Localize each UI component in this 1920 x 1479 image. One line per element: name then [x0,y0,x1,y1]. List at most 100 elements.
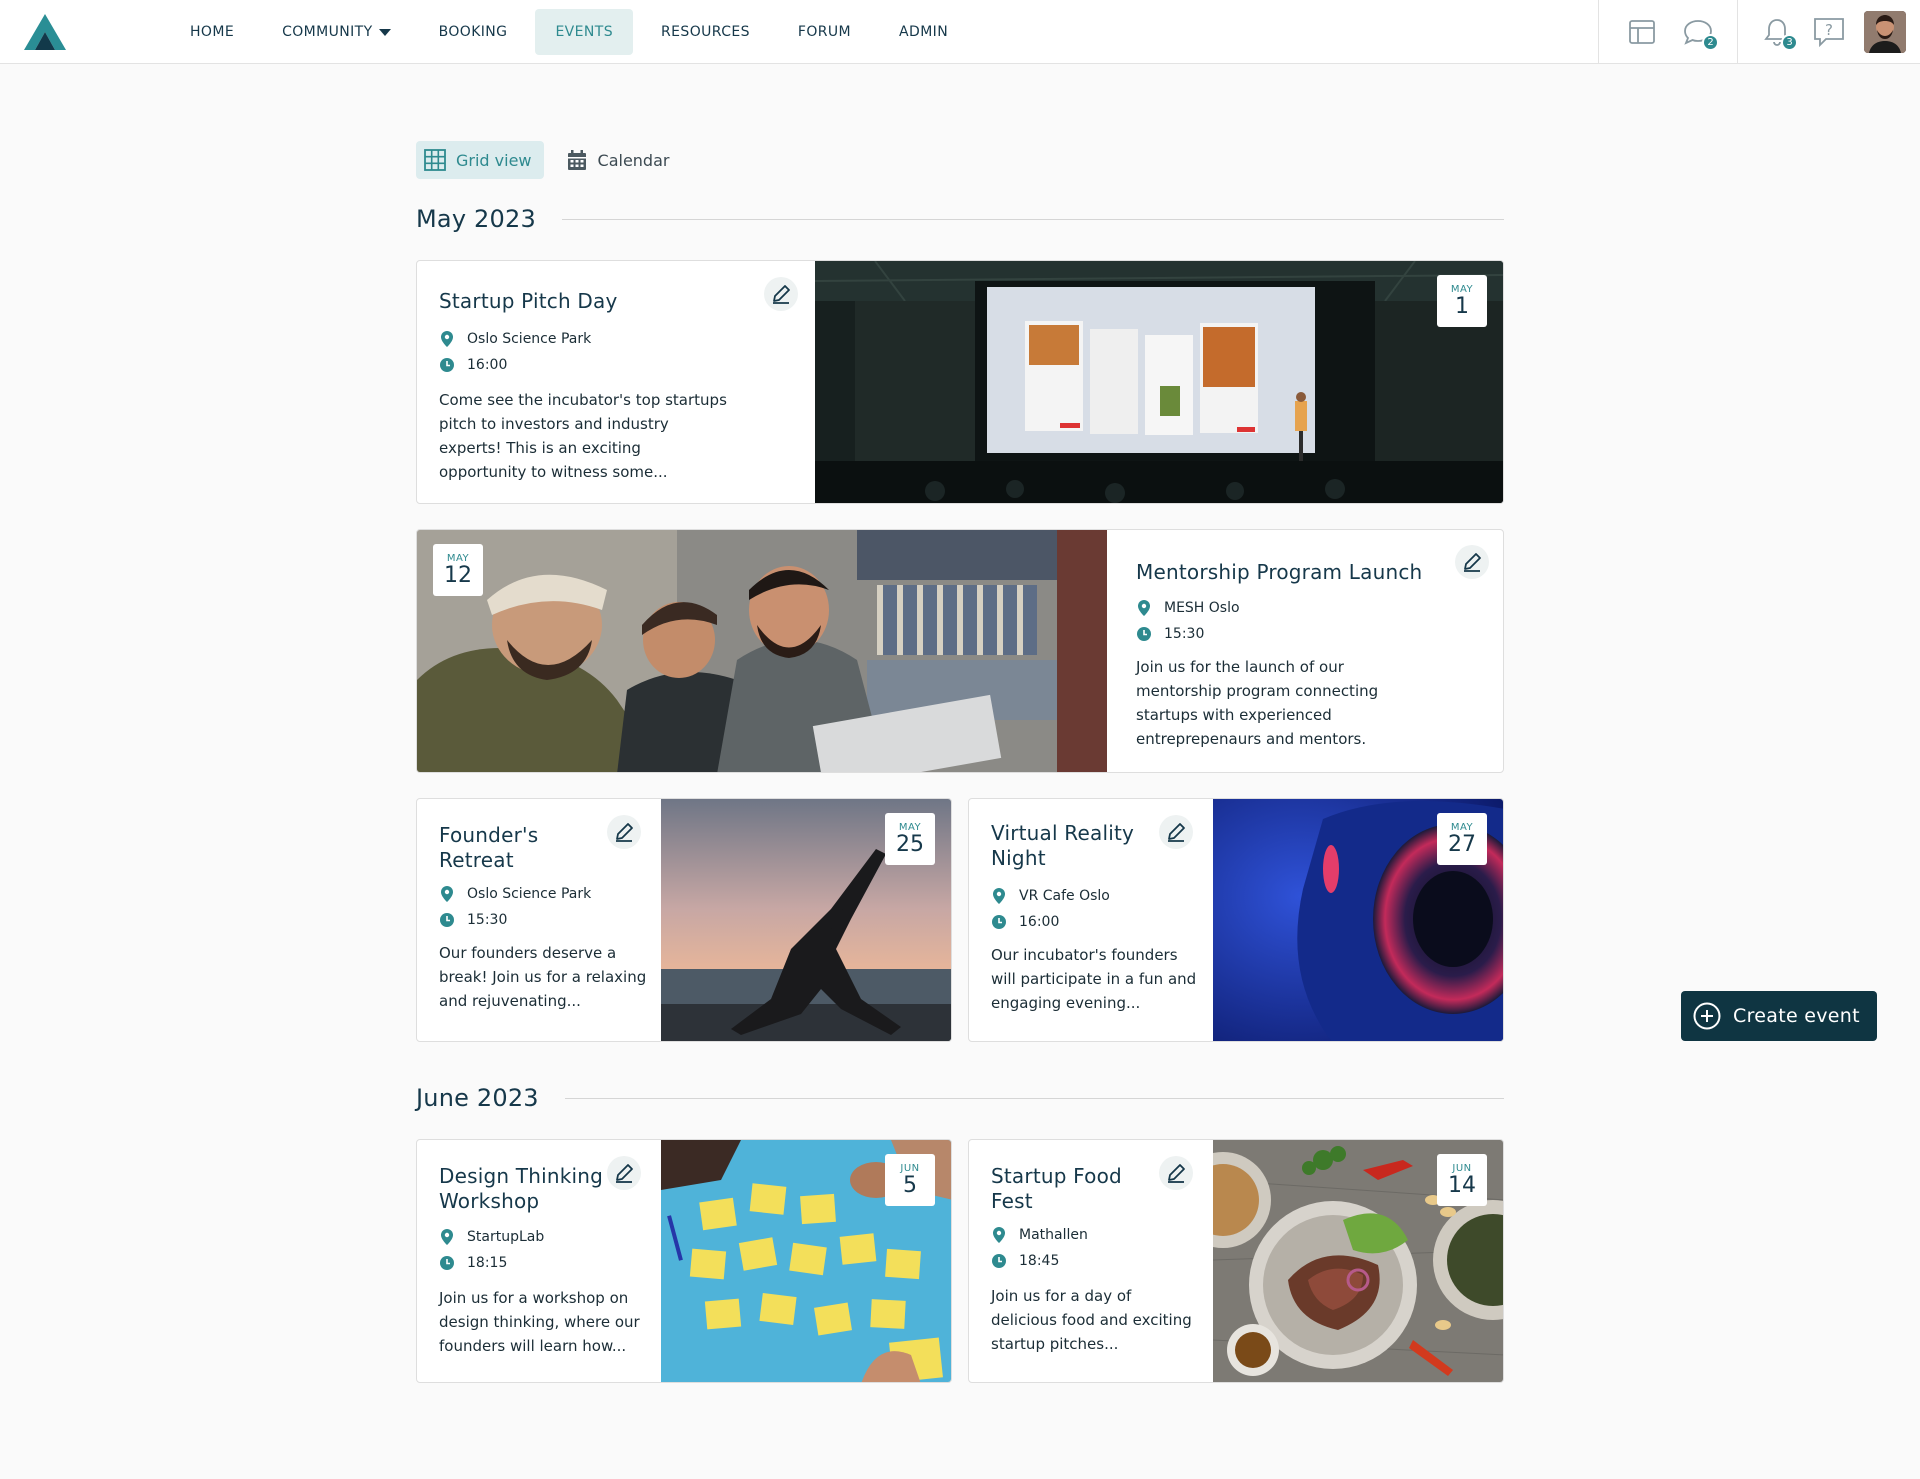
event-date-day: 27 [1448,831,1476,857]
month-divider [564,1097,1504,1099]
event-time: 15:30 [1136,621,1476,647]
event-description: Join us for a workshop on design thinkin… [439,1289,640,1355]
nav-events-label: EVENTS [555,24,614,40]
nav-admin-label: ADMIN [899,24,949,40]
event-location-text: Oslo Science Park [467,331,592,347]
event-description: Come see the incubator's top startups pi… [439,391,727,481]
nav-resources[interactable]: RESOURCES [641,9,770,55]
grid-view-button[interactable]: Grid view [416,141,544,179]
event-time-text: 15:30 [467,912,508,928]
pencil-icon [1168,1164,1185,1183]
nav-community-label: COMMUNITY [282,24,373,40]
edit-event-button[interactable] [764,277,798,311]
event-time-text: 18:15 [467,1255,508,1271]
nav-community[interactable]: COMMUNITY [262,9,411,55]
create-event-button[interactable]: Create event [1681,991,1877,1041]
month-title: May 2023 [416,205,536,233]
event-image-vr: MAY 27 [1213,799,1503,1041]
event-title: Virtual Reality Night [991,821,1135,870]
nav-booking-label: BOOKING [438,24,508,40]
pencil-icon [1168,823,1185,842]
nav-admin[interactable]: ADMIN [879,9,968,55]
event-title: Startup Food Fest [991,1164,1122,1213]
event-location: Oslo Science Park [439,881,639,907]
nav-resources-label: RESOURCES [661,24,750,40]
layout-icon[interactable] [1625,15,1659,49]
pencil-icon [773,285,790,304]
event-time-text: 16:00 [467,357,508,373]
nav-home[interactable]: HOME [170,9,254,55]
month-header: May 2023 [416,205,1504,233]
event-card[interactable]: Startup Food Fest Mathallen 18:45 Join u… [968,1139,1504,1383]
event-title: Design Thinking Workshop [439,1164,604,1213]
edit-event-button[interactable] [607,815,641,849]
clock-icon [1137,627,1151,641]
pencil-icon [1464,553,1481,572]
view-switch: Grid view Calendar [416,141,681,179]
event-time: 16:00 [439,352,793,378]
event-date-month: MAY [898,821,922,833]
nav-forum-label: FORUM [797,24,852,40]
location-pin-icon [441,886,453,902]
event-info: Mentorship Program Launch MESH Oslo 15:3… [1107,530,1503,772]
event-date-day: 25 [896,831,924,857]
caret-down-icon [378,28,391,36]
event-image-workshop: JUN 5 [661,1140,951,1382]
create-event-label: Create event [1733,1005,1860,1027]
top-navbar: HOME COMMUNITY BOOKING EVENTS RESOURCES … [0,0,1920,64]
month-header: June 2023 [416,1084,1504,1112]
chat-icon[interactable]: 2 [1681,15,1719,51]
event-location: VR Cafe Oslo [991,883,1191,909]
svg-text:?: ? [1825,21,1833,39]
help-icon[interactable]: ? [1812,15,1846,49]
location-pin-icon [993,1227,1005,1243]
event-card[interactable]: Founder's Retreat Oslo Science Park 15:3… [416,798,952,1042]
calendar-icon [567,150,586,170]
nav-booking[interactable]: BOOKING [419,9,528,55]
edit-event-button[interactable] [607,1156,641,1190]
event-card[interactable]: MAY 12 Mentorship Program Launch MESH Os… [416,529,1504,773]
calendar-view-button[interactable]: Calendar [558,141,682,179]
pencil-icon [616,823,633,842]
event-card[interactable]: Design Thinking Workshop StartupLab 18:1… [416,1139,952,1383]
event-date-badge: MAY 27 [1437,813,1487,865]
brand-logo[interactable] [24,14,66,50]
location-pin-icon [441,331,453,347]
event-date-day: 12 [444,562,472,588]
event-image-retreat: MAY 25 [661,799,951,1041]
event-location: Oslo Science Park [439,326,793,352]
bell-icon[interactable]: 3 [1760,15,1798,51]
event-date-day: 14 [1448,1172,1476,1198]
nav-events[interactable]: EVENTS [535,9,634,55]
location-pin-icon [441,1229,453,1245]
event-location-text: VR Cafe Oslo [1019,888,1110,904]
event-card[interactable]: Startup Pitch Day Oslo Science Park 16:0… [416,260,1504,504]
nav-forum[interactable]: FORUM [778,9,871,55]
event-title: Startup Pitch Day [439,289,618,313]
event-date-month: MAY [1450,821,1474,833]
event-date-month: JUN [900,1162,920,1174]
grid-icon [424,149,446,171]
top-tools-group: 2 [1598,0,1737,64]
edit-event-button[interactable] [1159,815,1193,849]
event-date-badge: MAY 25 [885,813,935,865]
event-time: 16:00 [991,909,1191,935]
event-card[interactable]: Virtual Reality Night VR Cafe Oslo 16:00… [968,798,1504,1042]
event-date-badge: JUN 5 [885,1154,935,1206]
event-location-text: MESH Oslo [1164,600,1240,616]
clock-icon [440,1256,454,1270]
notifications-badge: 3 [1781,34,1798,51]
edit-event-button[interactable] [1455,545,1489,579]
avatar[interactable] [1864,11,1906,53]
location-pin-icon [993,888,1005,904]
clock-icon [992,915,1006,929]
pencil-icon [616,1164,633,1183]
event-info: Startup Pitch Day Oslo Science Park 16:0… [417,261,815,503]
event-date-badge: JUN 14 [1437,1154,1487,1206]
event-date-month: JUN [1452,1162,1472,1174]
edit-event-button[interactable] [1159,1156,1193,1190]
event-date-badge: MAY 1 [1437,275,1487,327]
event-title: Mentorship Program Launch [1136,560,1423,584]
top-right-actions: 2 3 ? [1598,0,1920,64]
event-location: MESH Oslo [1136,595,1476,621]
